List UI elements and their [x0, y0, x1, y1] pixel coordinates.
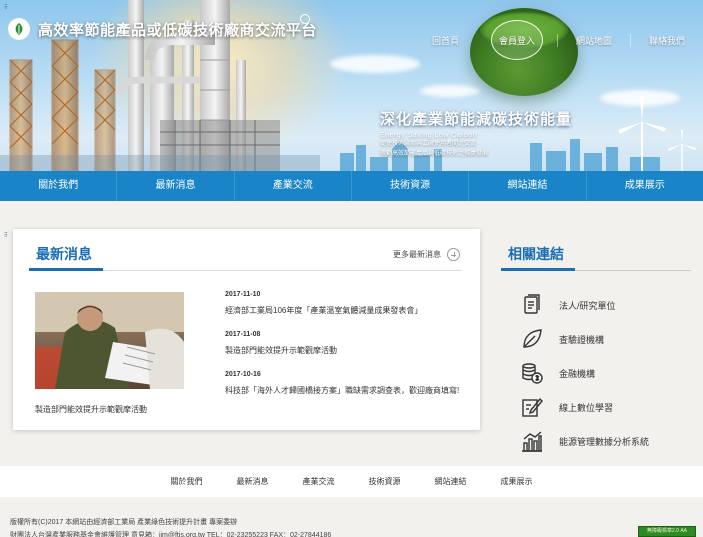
factory-chart-icon: [519, 428, 545, 454]
slogan-line: 帶動高效節能產品與低碳技術之推廣發展: [380, 151, 489, 157]
list-item: 2017-10-16 科技部「海外人才歸國橋接方案」職缺需求調查表，歡迎廠商填寫…: [225, 371, 465, 397]
news-heading: 最新消息: [36, 246, 92, 262]
main-navigation: 關於我們 最新消息 產業交流 技術資源 網站連結 成果展示: [0, 171, 703, 201]
nav-industry-exchange[interactable]: 產業交流: [233, 171, 351, 201]
footer-navigation: 關於我們 最新消息 產業交流 技術資源 網站連結 成果展示: [0, 466, 703, 497]
sitemap-link[interactable]: 網站地圖: [556, 33, 630, 47]
copyright-line: 財團法人台灣產業服務基金會維護管理 意見箱：jim@ftis.org.tw TE…: [10, 532, 332, 537]
site-title: 高效率節能產品或低碳技術廠商交流平台: [38, 21, 318, 39]
accesskey-marker-icon[interactable]: ⁝⁝: [4, 3, 8, 11]
edit-icon: [519, 394, 545, 420]
document-stack-icon: [519, 292, 545, 318]
latest-news-panel: 最新消息 更多最新消息 製造部門能效提升示範觀摩活動 2017-11-10 經濟…: [13, 229, 480, 430]
copyright-text: 版權所有(C)2017 本網站由經濟部工業局 產業綠色技術提升計畫 專案委辦 財…: [10, 516, 331, 537]
site-logo[interactable]: 高效率節能產品或低碳技術廠商交流平台: [8, 18, 317, 40]
footer-link-website-links[interactable]: 網站連結: [418, 476, 484, 487]
contact-link[interactable]: 聯絡我們: [629, 33, 703, 47]
related-link-finance[interactable]: 金融機構: [519, 356, 649, 390]
related-link-energy-analysis[interactable]: 能源管理數據分析系統: [519, 424, 649, 458]
nav-about[interactable]: 關於我們: [0, 171, 116, 201]
heading-underline: [29, 268, 103, 271]
footer-link-about[interactable]: 關於我們: [154, 476, 220, 487]
related-link-research[interactable]: 法人/研究單位: [519, 288, 649, 322]
more-news-label: 更多最新消息: [393, 250, 441, 259]
header-banner: 高效率節能產品或低碳技術廠商交流平台 回首頁 會員登入 網站地圖 聯絡我們 深化…: [0, 0, 703, 171]
news-date: 2017-11-10: [225, 291, 261, 298]
home-link[interactable]: 回首頁: [414, 34, 477, 47]
cloud: [420, 85, 480, 97]
nav-tech-resources[interactable]: 技術資源: [350, 171, 468, 201]
plus-circle-icon: [447, 248, 460, 261]
coins-icon: [519, 360, 545, 386]
news-feature-caption[interactable]: 製造部門能效提升示範觀摩活動: [35, 404, 147, 415]
member-login-link[interactable]: 會員登入: [490, 20, 543, 60]
top-utility-links: 回首頁 會員登入 網站地圖 聯絡我們: [414, 20, 703, 60]
footer-link-tech-resources[interactable]: 技術資源: [352, 476, 418, 487]
news-list: 2017-11-10 經濟部工業局106年度「產業溫室氣體減量成果發表會」 20…: [225, 291, 465, 411]
cloud: [330, 55, 420, 73]
leaf-icon: [519, 326, 545, 352]
news-date: 2017-11-08: [225, 331, 261, 338]
news-feature-photo[interactable]: [35, 292, 184, 389]
related-links-heading: 相關連結: [508, 246, 564, 262]
news-date: 2017-10-16: [225, 371, 261, 378]
nav-achievements[interactable]: 成果展示: [585, 171, 703, 201]
news-link[interactable]: 經濟部工業局106年度「產業溫室氣體減量成果發表會」: [225, 304, 465, 317]
related-link-label: 能源管理數據分析系統: [559, 436, 650, 447]
accesskey-marker-icon[interactable]: ⁝⁝: [4, 231, 8, 239]
news-link[interactable]: 科技部「海外人才歸國橋接方案」職缺需求調查表，歡迎廠商填寫!: [225, 384, 465, 397]
related-link-elearning[interactable]: 線上數位學習: [519, 390, 649, 424]
heading-underline: [501, 268, 575, 271]
leaf-logo-icon: [8, 18, 30, 40]
accessibility-badge[interactable]: 無障礙標章2.0 AA: [638, 526, 696, 537]
nav-website-links[interactable]: 網站連結: [468, 171, 585, 201]
footer-link-industry-exchange[interactable]: 產業交流: [286, 476, 352, 487]
nav-news[interactable]: 最新消息: [116, 171, 233, 201]
related-link-certification[interactable]: 查驗證機構: [519, 322, 649, 356]
related-link-label: 金融機構: [559, 368, 596, 379]
registered-mark-icon: [300, 14, 310, 24]
wind-turbine: [618, 96, 666, 171]
more-news-link[interactable]: 更多最新消息: [393, 248, 460, 261]
banner-slogan: 深化產業節能減碳技術能量 Energy Saving Low Carbon 促使…: [380, 108, 572, 159]
footer-link-news[interactable]: 最新消息: [220, 476, 286, 487]
wind-turbine: [668, 130, 696, 171]
related-link-label: 線上數位學習: [559, 402, 614, 413]
related-link-label: 法人/研究單位: [559, 300, 616, 311]
list-item: 2017-11-08 製造部門能效提升示範觀摩活動: [225, 331, 465, 357]
slogan-line: 促使技術廠商與工廠使用者間之交流: [380, 141, 477, 147]
footer-link-achievements[interactable]: 成果展示: [484, 476, 550, 487]
slogan-english: Energy Saving Low Carbon: [380, 132, 478, 139]
news-link[interactable]: 製造部門能效提升示範觀摩活動: [225, 344, 465, 357]
slogan-title: 深化產業節能減碳技術能量: [380, 111, 573, 128]
related-link-label: 查驗證機構: [559, 334, 605, 345]
copyright-line: 版權所有(C)2017 本網站由經濟部工業局 產業綠色技術提升計畫 專案委辦: [10, 519, 238, 526]
related-links-list: 法人/研究單位 查驗證機構 金融機構 線上數位學習 能源管理數據分析系統: [519, 288, 649, 458]
list-item: 2017-11-10 經濟部工業局106年度「產業溫室氣體減量成果發表會」: [225, 291, 465, 317]
